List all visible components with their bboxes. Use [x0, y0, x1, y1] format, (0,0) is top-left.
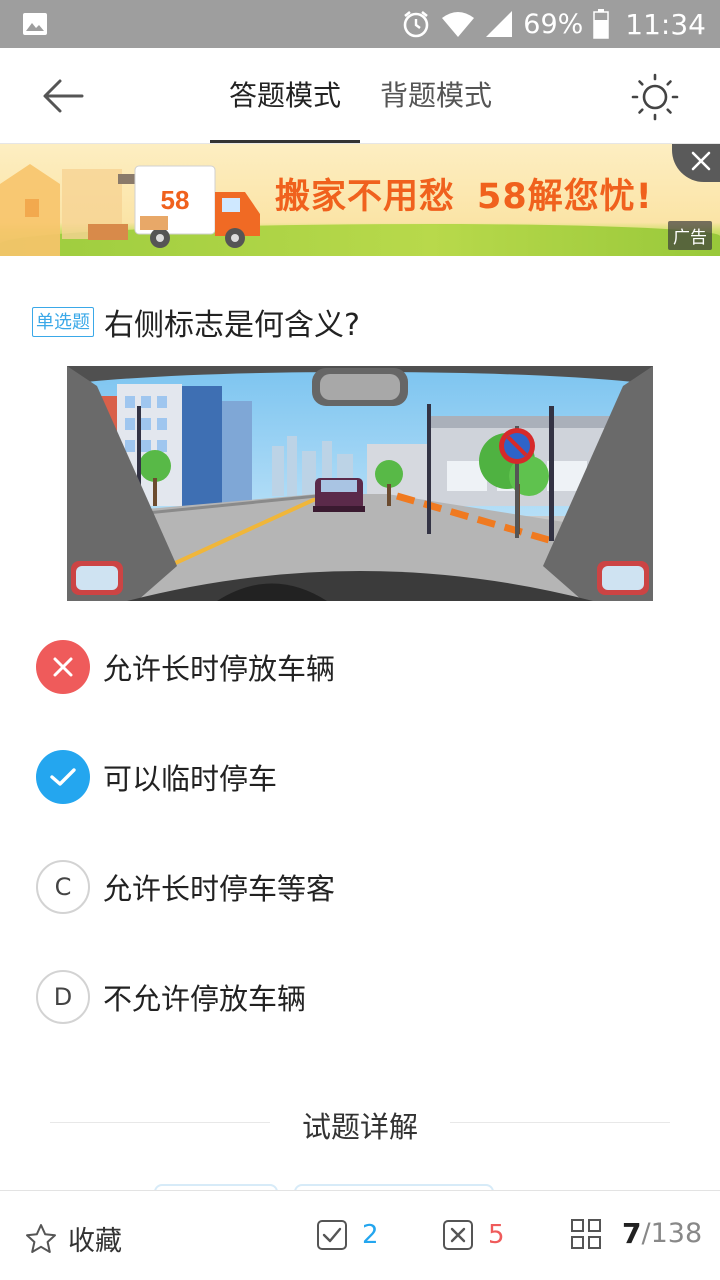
option-d[interactable]: D 不允许停放车辆: [36, 970, 306, 1024]
bottom-bar: 收藏 2 5 7 /138: [0, 1190, 720, 1280]
clock: 11:34: [625, 7, 706, 41]
active-tab-indicator: [210, 140, 360, 143]
star-icon: [26, 1223, 56, 1253]
option-b-text: 可以临时停车: [103, 762, 278, 796]
wrong-count[interactable]: 5: [442, 1219, 505, 1251]
gallery-icon: [23, 13, 47, 35]
correct-count-value: 2: [362, 1220, 379, 1250]
favorite-button[interactable]: 收藏: [24, 1219, 122, 1258]
question-header: 单选题 右侧标志是何含义?: [32, 300, 360, 344]
wrong-count-value: 5: [488, 1220, 505, 1250]
correct-count[interactable]: 2: [316, 1219, 379, 1251]
battery-icon: [593, 9, 610, 39]
checkbox-x-icon: [443, 1220, 473, 1250]
question-text: 右侧标志是何含义?: [104, 308, 360, 343]
alarm-icon: [403, 10, 429, 38]
option-a-text: 允许长时停放车辆: [103, 652, 336, 686]
grid-icon: [571, 1218, 601, 1249]
question-image: [67, 366, 653, 601]
ad-close-button[interactable]: [672, 144, 720, 182]
moving-truck-illustration: 58: [0, 164, 260, 256]
explanation-title: 试题详解: [301, 1110, 418, 1144]
tab-answer-mode[interactable]: 答题模式: [229, 76, 341, 116]
close-icon: [53, 657, 73, 677]
wifi-icon: [442, 12, 475, 37]
ad-badge: 广告: [668, 221, 712, 250]
ad-headline: 搬家不用愁 58解您忧!: [275, 177, 653, 217]
favorite-label: 收藏: [68, 1226, 122, 1257]
top-nav: 答题模式 背题模式: [0, 48, 720, 144]
current-question-number: 7: [622, 1217, 642, 1250]
option-d-marker: D: [36, 970, 90, 1024]
wrong-answer-marker: [36, 640, 90, 694]
tab-recite-mode[interactable]: 背题模式: [380, 76, 492, 116]
status-bar: 69% 11:34: [0, 0, 720, 48]
option-a[interactable]: 允许长时停放车辆: [36, 640, 335, 694]
arrow-left-icon[interactable]: [38, 76, 88, 116]
signal-icon: [486, 11, 513, 37]
checkbox-checked-icon: [317, 1220, 347, 1250]
option-c[interactable]: C 允许长时停车等客: [36, 860, 335, 914]
close-icon: [691, 151, 711, 171]
total-questions: /138: [641, 1218, 703, 1249]
option-d-text: 不允许停放车辆: [103, 982, 307, 1016]
option-c-text: 允许长时停车等客: [103, 872, 336, 906]
question-type-badge: 单选题: [32, 307, 94, 337]
correct-answer-marker: [36, 750, 90, 804]
truck-logo: 58: [161, 185, 190, 215]
ad-banner[interactable]: 58 搬家不用愁 58解您忧! 广告: [0, 144, 720, 256]
option-b[interactable]: 可以临时停车: [36, 750, 277, 804]
option-c-marker: C: [36, 860, 90, 914]
check-icon: [50, 768, 76, 786]
question-progress[interactable]: 7 /138: [570, 1217, 702, 1250]
battery-percent: 69%: [523, 8, 584, 40]
sun-icon[interactable]: [630, 72, 680, 122]
